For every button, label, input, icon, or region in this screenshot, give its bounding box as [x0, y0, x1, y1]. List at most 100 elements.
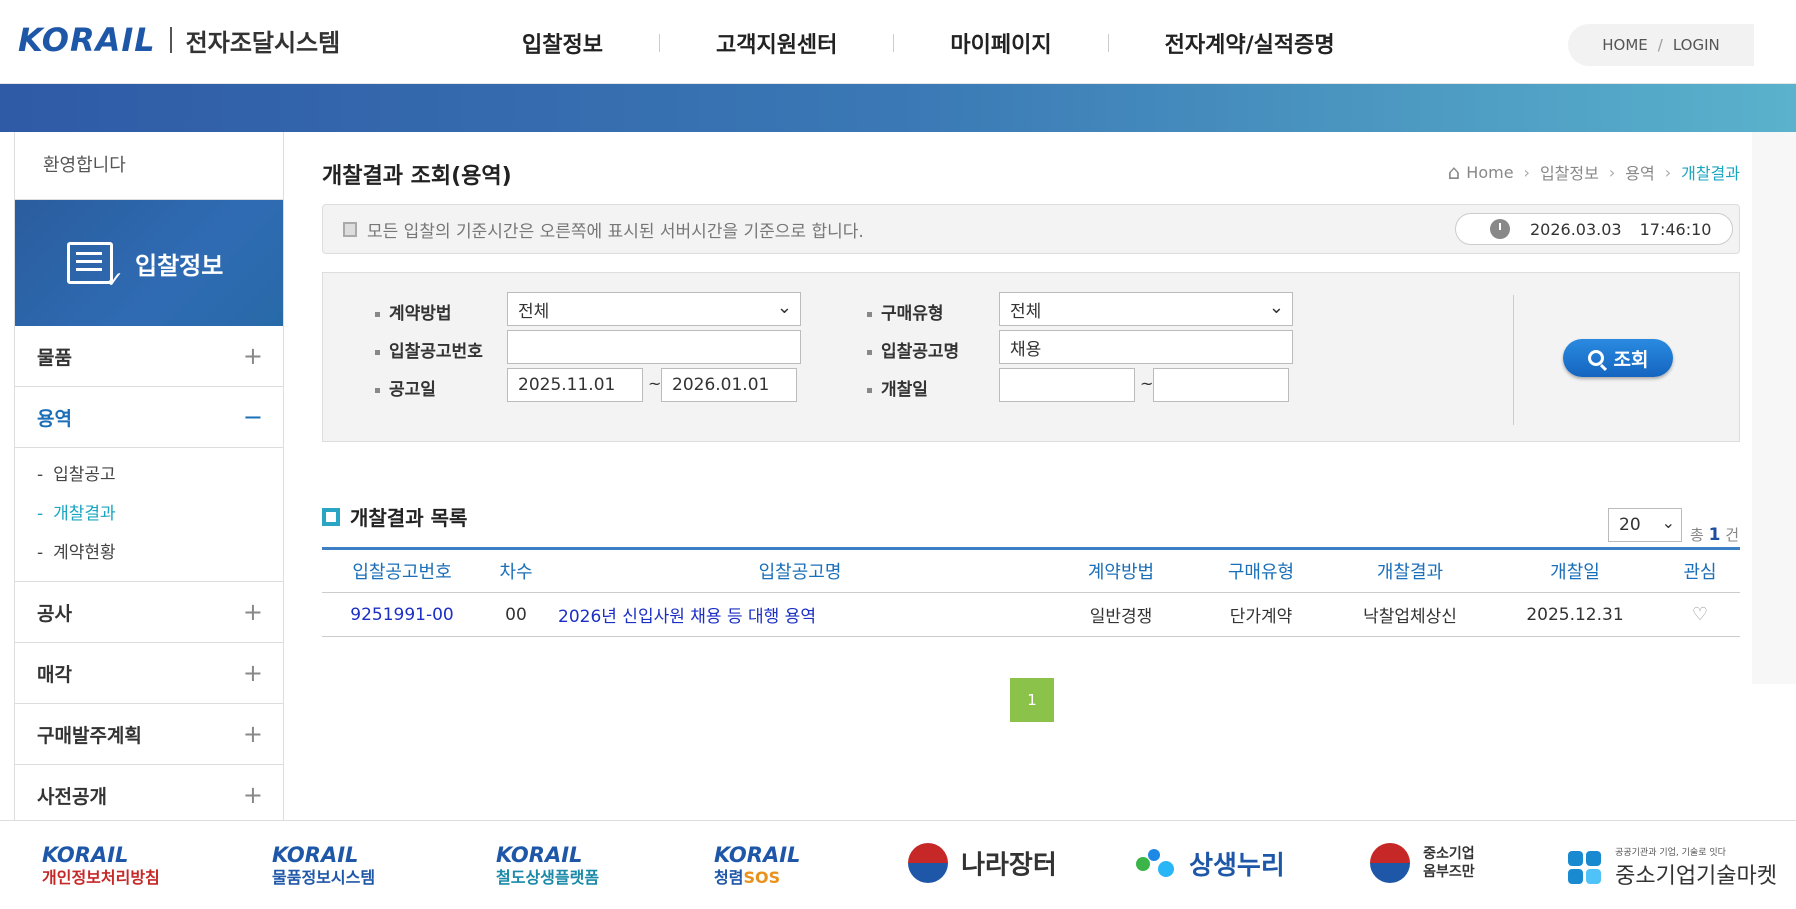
page-1-button[interactable]: 1: [1010, 678, 1054, 722]
open-date-from[interactable]: [999, 368, 1135, 402]
bid-name-input[interactable]: 채용: [999, 330, 1293, 364]
notice-date-from[interactable]: 2025.11.01: [507, 368, 643, 402]
plus-icon: +: [242, 781, 263, 809]
favorite-cell: ♡: [1660, 592, 1740, 637]
round-cell: 00: [482, 592, 550, 637]
sidebar-item-label: 사전공개: [37, 785, 107, 808]
global-nav: 입찰정보 고객지원센터 마이페이지 전자계약/실적증명: [470, 26, 1391, 60]
type-cell: 단가계약: [1192, 592, 1330, 637]
sidebar-item-service[interactable]: 용역 −: [15, 387, 283, 448]
welcome-text: 환영합니다: [15, 132, 283, 200]
date-cell: 2025.12.31: [1490, 592, 1660, 637]
footer-ombudsman-link[interactable]: 중소기업 옴부즈만: [1370, 843, 1475, 893]
korail-logo: KORAIL: [714, 843, 801, 867]
login-link[interactable]: LOGIN: [1673, 36, 1720, 54]
document-check-icon: [67, 242, 124, 293]
purchase-type-label: 구매유형: [867, 299, 944, 324]
chevron-right-icon: ›: [1608, 162, 1616, 182]
footer-rail-platform-link[interactable]: KORAIL 철도상생플랫폼: [496, 843, 599, 893]
notice-text: 모든 입찰의 기준시간은 오른쪽에 표시된 서버시간을 기준으로 합니다.: [367, 221, 864, 242]
search-button[interactable]: 조회: [1563, 339, 1673, 377]
logo-text: KORAIL: [18, 21, 156, 59]
breadcrumb-service[interactable]: 용역: [1625, 160, 1654, 184]
result-table: 입찰공고번호 차수 입찰공고명 계약방법 구매유형 개찰결과 개찰일 관심 92…: [322, 547, 1740, 637]
korail-logo[interactable]: KORAIL 전자조달시스템: [18, 21, 341, 59]
bid-name-link[interactable]: 2026년 신입사원 채용 등 대행 용역: [550, 592, 1050, 637]
server-clock: 2026.03.03 17:46:10: [1455, 213, 1733, 245]
heart-icon[interactable]: ♡: [1692, 604, 1708, 625]
submenu-bid-result[interactable]: - 개찰결과: [37, 495, 283, 534]
search-icon: [1587, 350, 1604, 366]
chevron-down-icon: ⌄: [1661, 513, 1675, 532]
sangsaeng-logo-icon: [1136, 848, 1176, 879]
sidebar-item-goods[interactable]: 물품 +: [15, 326, 283, 387]
clock-icon: [1490, 219, 1510, 239]
notice-date-to[interactable]: 2026.01.01: [661, 368, 797, 402]
contract-method-label: 계약방법: [375, 299, 452, 324]
open-date-label: 개찰일: [867, 375, 928, 400]
purchase-type-select[interactable]: 전체 ⌄: [999, 292, 1293, 326]
bid-name-label: 입찰공고명: [867, 337, 959, 362]
bid-no-link[interactable]: 9251991-00: [322, 592, 482, 637]
list-bullet-icon: [322, 507, 340, 526]
result-cell: 낙찰업체상신: [1330, 592, 1490, 637]
nav-mypage[interactable]: 마이페이지: [894, 27, 1107, 59]
breadcrumb: ⌂ Home › 입찰정보 › 용역 › 개찰결과: [1448, 160, 1740, 184]
column-header: 입찰공고번호: [352, 562, 452, 583]
column-header: 개찰일: [1550, 562, 1600, 583]
date-range-tilde: ~: [1140, 374, 1154, 393]
taegeuk-icon: [1370, 843, 1410, 883]
sidebar-item-construction[interactable]: 공사 +: [15, 582, 283, 643]
sidebar-item-label: 용역: [37, 407, 72, 430]
breadcrumb-current: 개찰결과: [1681, 164, 1740, 183]
chevron-down-icon: ⌄: [1268, 297, 1284, 318]
sidebar: 환영합니다 입찰정보 물품 + 용역 − -입찰공고 -개찰결과 -계약현황 공…: [14, 132, 284, 826]
bid-no-input[interactable]: [507, 330, 801, 364]
right-gutter: [1752, 132, 1796, 684]
service-submenu: - 입찰공고 - 개찰결과 - 계약현황: [15, 448, 283, 582]
tech-market-logo-icon: [1568, 850, 1602, 885]
system-name: 전자조달시스템: [185, 28, 341, 57]
korail-logo: KORAIL: [42, 843, 129, 867]
result-list-heading: 개찰결과 목록: [322, 502, 467, 531]
footer-privacy-link[interactable]: KORAIL 개인정보처리방침: [42, 843, 160, 893]
header: KORAIL 전자조달시스템 입찰정보 고객지원센터 마이페이지 전자계약/실적…: [0, 0, 1796, 84]
open-date-to[interactable]: [1153, 368, 1289, 402]
nav-customer-center[interactable]: 고객지원센터: [660, 27, 893, 59]
header-banner: [0, 84, 1796, 132]
contract-method-select[interactable]: 전체 ⌄: [507, 292, 801, 326]
footer-nara-link[interactable]: 나라장터: [908, 843, 1057, 893]
footer-tech-market-link[interactable]: 공공기관과 기업, 기술로 잇다 중소기업기술마켓: [1568, 845, 1777, 895]
nav-bid-info[interactable]: 입찰정보: [470, 27, 659, 59]
home-icon: ⌂: [1447, 160, 1461, 184]
footer-goods-info-link[interactable]: KORAIL 물품정보시스템: [272, 843, 375, 893]
total-count: 총 1 건: [1690, 525, 1740, 545]
sidebar-item-label: 공사: [37, 602, 72, 625]
chevron-right-icon: ›: [1664, 162, 1672, 182]
sidebar-item-purchase-plan[interactable]: 구매발주계획 +: [15, 704, 283, 765]
search-divider: [1513, 295, 1514, 425]
submenu-contract-status[interactable]: - 계약현황: [37, 534, 283, 573]
sidebar-item-label: 구매발주계획: [37, 724, 142, 747]
util-links: HOME / LOGIN: [1568, 24, 1754, 66]
date-range-tilde: ~: [648, 374, 662, 393]
breadcrumb-home[interactable]: Home: [1466, 163, 1513, 182]
minus-icon: −: [242, 403, 263, 431]
sidebar-item-prior-disclosure[interactable]: 사전공개 +: [15, 765, 283, 826]
nav-e-contract[interactable]: 전자계약/실적증명: [1109, 27, 1391, 59]
submenu-bid-notice[interactable]: - 입찰공고: [37, 456, 283, 495]
footer-sangsaeng-link[interactable]: 상생누리: [1136, 845, 1285, 895]
footer-sos-link[interactable]: KORAIL 청렴SOS: [714, 843, 800, 893]
korail-logo: KORAIL: [272, 843, 359, 867]
table-header-row: 입찰공고번호 차수 입찰공고명 계약방법 구매유형 개찰결과 개찰일 관심: [322, 548, 1740, 593]
sidebar-item-sale[interactable]: 매각 +: [15, 643, 283, 704]
server-time-notice: 모든 입찰의 기준시간은 오른쪽에 표시된 서버시간을 기준으로 합니다. 20…: [322, 204, 1740, 254]
sidebar-item-label: 물품: [37, 346, 72, 369]
chevron-right-icon: ›: [1523, 162, 1530, 182]
search-panel: 계약방법 전체 ⌄ 구매유형 전체 ⌄ 입찰공고번호 입찰공고명 채용 공고일 …: [322, 272, 1740, 442]
page-size-select[interactable]: 20 ⌄: [1608, 508, 1682, 542]
home-link[interactable]: HOME: [1602, 36, 1648, 54]
chevron-down-icon: ⌄: [776, 297, 792, 318]
breadcrumb-bid-info[interactable]: 입찰정보: [1540, 160, 1599, 184]
method-cell: 일반경쟁: [1050, 592, 1192, 637]
